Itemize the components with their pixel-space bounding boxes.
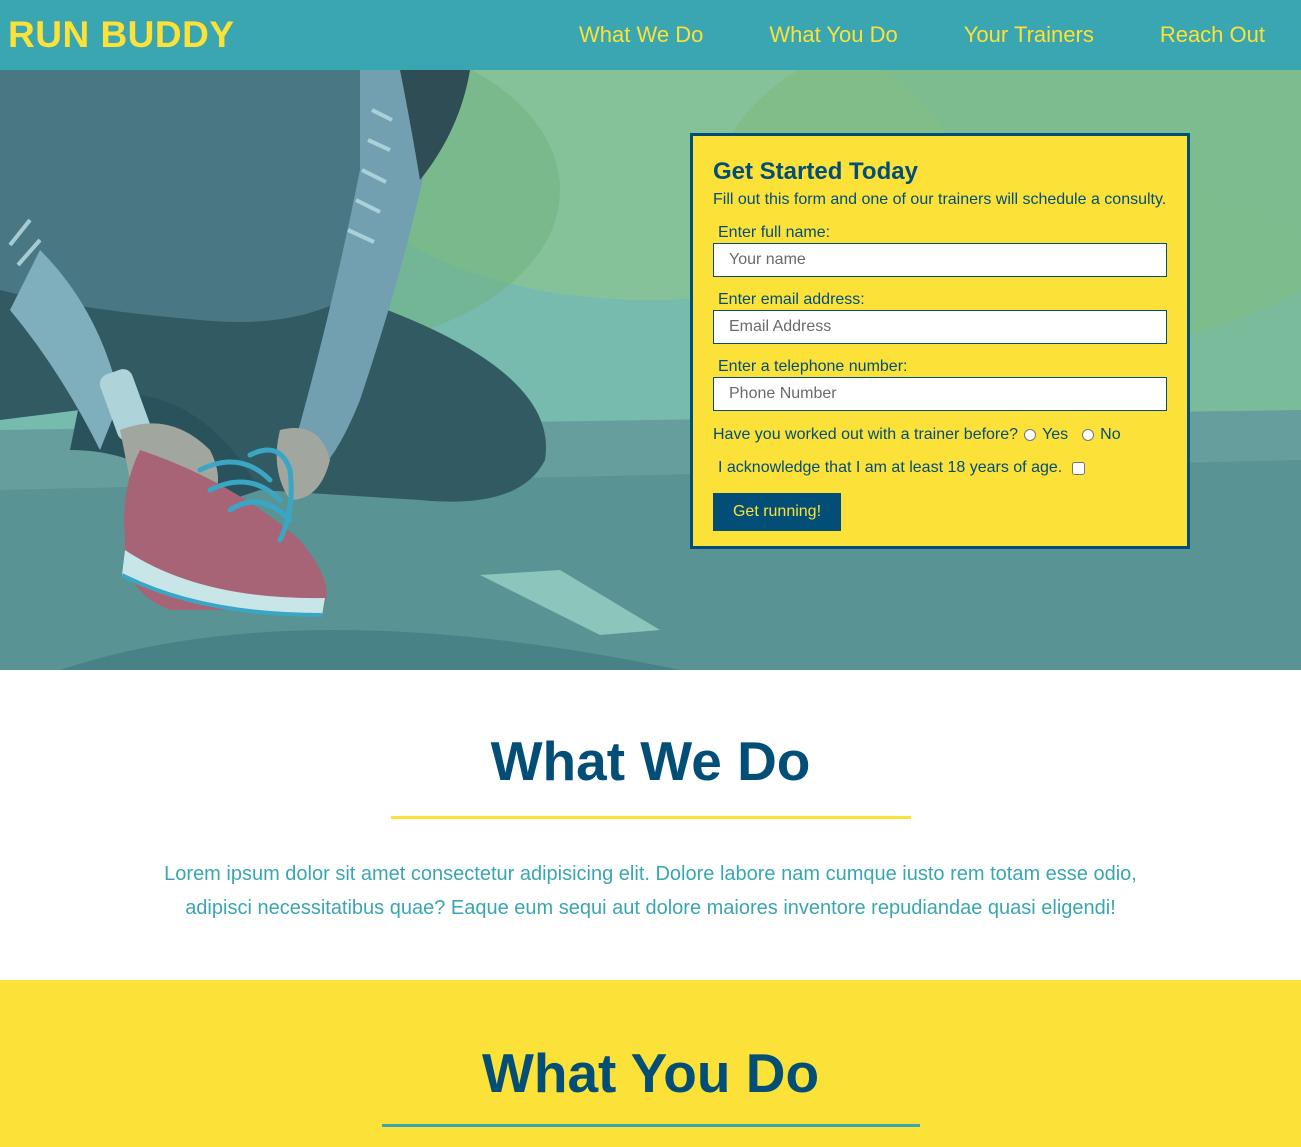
form-subtitle: Fill out this form and one of our traine…: [713, 191, 1167, 208]
what-you-do-heading: What You Do: [481, 1042, 820, 1104]
form-title: Get Started Today: [713, 158, 918, 185]
radio-no-label: No: [1100, 426, 1121, 443]
age-acknowledge-row: I acknowledge that I am at least 18 year…: [718, 459, 1167, 477]
phone-label: Enter a telephone number:: [718, 358, 908, 375]
get-running-button[interactable]: Get running!: [713, 493, 841, 531]
radio-no[interactable]: [1082, 429, 1095, 441]
section-divider: [381, 1124, 920, 1127]
name-label: Enter full name:: [718, 224, 831, 241]
main-nav: What We Do What You Do Your Trainers Rea…: [579, 22, 1265, 48]
what-you-do-section: What You Do: [0, 980, 1301, 1147]
age-acknowledge-label: I acknowledge that I am at least 18 year…: [718, 459, 1063, 476]
logo[interactable]: RUN BUDDY: [8, 14, 235, 56]
radio-yes[interactable]: [1024, 429, 1037, 441]
radio-yes-label: Yes: [1042, 426, 1069, 443]
nav-link-your-trainers[interactable]: Your Trainers: [964, 22, 1094, 48]
age-acknowledge-checkbox[interactable]: [1072, 461, 1086, 475]
site-header: RUN BUDDY What We Do What You Do Your Tr…: [0, 0, 1301, 70]
email-label: Enter email address:: [718, 291, 865, 308]
nav-link-what-we-do[interactable]: What We Do: [579, 22, 703, 48]
nav-link-what-you-do[interactable]: What You Do: [769, 22, 897, 48]
nav-link-reach-out[interactable]: Reach Out: [1160, 22, 1265, 48]
signup-form: Get Started Today Fill out this form and…: [690, 133, 1190, 549]
phone-input[interactable]: [713, 377, 1167, 411]
what-we-do-body: Lorem ipsum dolor sit amet consectetur a…: [164, 863, 1137, 919]
section-divider: [390, 816, 911, 819]
name-input[interactable]: [713, 243, 1167, 277]
what-we-do-heading: What We Do: [490, 730, 811, 792]
trainer-question-row: Have you worked out with a trainer befor…: [713, 426, 1167, 444]
hero-section: Get Started Today Fill out this form and…: [0, 70, 1301, 670]
what-we-do-section: What We Do Lorem ipsum dolor sit amet co…: [0, 670, 1301, 980]
email-input[interactable]: [713, 310, 1167, 344]
trainer-question-label: Have you worked out with a trainer befor…: [713, 426, 1019, 443]
